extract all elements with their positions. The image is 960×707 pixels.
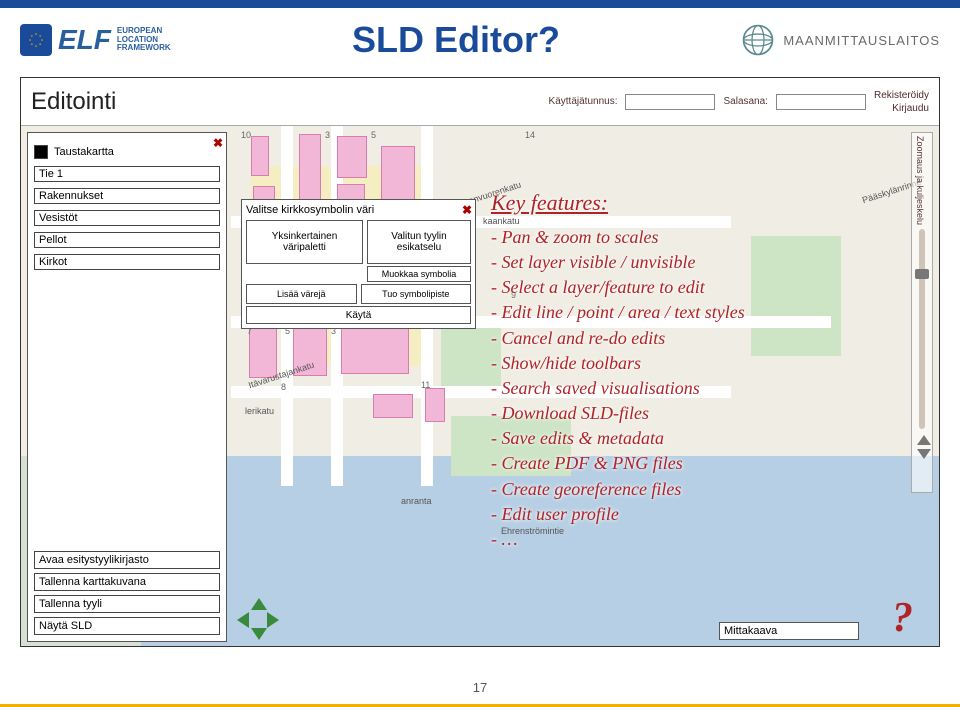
elf-fullname: EUROPEAN LOCATION FRAMEWORK <box>117 27 171 53</box>
login-link[interactable]: Kirjaudu <box>874 103 929 114</box>
username-input[interactable] <box>625 94 715 110</box>
slide-header: ELF EUROPEAN LOCATION FRAMEWORK SLD Edit… <box>0 12 960 68</box>
zoom-panel: Zoomaus ja kuljeskelu <box>911 132 933 493</box>
layer-swatch <box>34 145 48 159</box>
layer-panel: ✖ Taustakartta Tie 1 Rakennukset Vesistö… <box>27 132 227 642</box>
layer-row-rakennukset[interactable]: Rakennukset <box>34 187 220 205</box>
add-colors-button[interactable]: Lisää värejä <box>246 284 357 304</box>
layer-row-taustakartta[interactable]: Taustakartta <box>34 143 220 161</box>
pan-up-icon[interactable] <box>917 435 931 445</box>
layer-row-kirkot[interactable]: Kirkot <box>34 253 220 271</box>
elf-star-icon <box>20 24 52 56</box>
pan-down-icon[interactable] <box>917 449 931 459</box>
feature-item: - Set layer visible / unvisible <box>491 250 871 275</box>
apply-button[interactable]: Käytä <box>246 306 471 324</box>
question-mark: ? <box>892 594 913 642</box>
feature-item: - Save edits & metadata <box>491 426 871 451</box>
feature-item: - Edit line / point / area / text styles <box>491 300 871 325</box>
pan-widget <box>237 598 279 640</box>
login-area: Käyttäjätunnus: Salasana: Rekisteröidy K… <box>549 90 929 114</box>
page-number: 17 <box>473 680 487 695</box>
feature-item: - Search saved visualisations <box>491 376 871 401</box>
feature-item: - Create PDF & PNG files <box>491 451 871 476</box>
mml-name: MAANMITTAUSLAITOS <box>783 33 940 48</box>
pan-right-icon[interactable] <box>267 612 279 628</box>
simple-palette-button[interactable]: Yksinkertainen väripaletti <box>246 220 363 264</box>
zoom-label: Zoomaus ja kuljeskelu <box>915 136 925 225</box>
zoom-slider[interactable] <box>919 229 925 429</box>
app-screenshot: Editointi Käyttäjätunnus: Salasana: Reki… <box>20 77 940 647</box>
feature-item: - Download SLD-files <box>491 401 871 426</box>
globe-icon <box>741 23 775 57</box>
close-icon[interactable]: ✖ <box>462 203 472 217</box>
layer-row-pellot[interactable]: Pellot <box>34 231 220 249</box>
import-symbol-button[interactable]: Tuo symbolipiste <box>361 284 472 304</box>
feature-item: - … <box>491 527 871 552</box>
edit-symbol-button[interactable]: Muokkaa symbolia <box>367 266 471 282</box>
style-preview-button[interactable]: Valitun tyylin esikatselu <box>367 220 471 264</box>
map-viewport[interactable]: Vilhonvuorenkatu Itävarustajankatu Ehren… <box>21 126 939 646</box>
elf-abbrev: ELF <box>58 24 111 56</box>
pan-left-icon[interactable] <box>237 612 249 628</box>
features-heading: Key features: <box>491 188 871 219</box>
feature-item: - Edit user profile <box>491 502 871 527</box>
elf-logo: ELF EUROPEAN LOCATION FRAMEWORK <box>20 24 171 56</box>
slide-title: SLD Editor? <box>352 19 560 61</box>
pan-down-icon[interactable] <box>251 628 267 640</box>
show-sld-button[interactable]: Näytä SLD <box>34 617 220 635</box>
layer-row-vesistot[interactable]: Vesistöt <box>34 209 220 227</box>
save-mapimage-button[interactable]: Tallenna karttakuvana <box>34 573 220 591</box>
app-header: Editointi Käyttäjätunnus: Salasana: Reki… <box>21 78 939 126</box>
color-panel: ✖ Valitse kirkkosymbolin väri Yksinkerta… <box>241 199 476 329</box>
save-style-button[interactable]: Tallenna tyyli <box>34 595 220 613</box>
app-title: Editointi <box>31 88 116 116</box>
scale-box[interactable]: Mittakaava <box>719 622 859 640</box>
color-panel-title: Valitse kirkkosymbolin väri <box>246 204 471 216</box>
open-stylelib-button[interactable]: Avaa esitystyylikirjasto <box>34 551 220 569</box>
close-icon[interactable]: ✖ <box>213 136 223 150</box>
feature-item: - Create georeference files <box>491 477 871 502</box>
register-link[interactable]: Rekisteröidy <box>874 90 929 101</box>
pan-up-icon[interactable] <box>251 598 267 610</box>
key-features-box: Key features: - Pan & zoom to scales - S… <box>491 188 871 552</box>
zoom-handle[interactable] <box>915 269 929 279</box>
street-label: lerikatu <box>245 406 274 416</box>
top-accent-bar <box>0 0 960 8</box>
layer-row-tie1[interactable]: Tie 1 <box>34 165 220 183</box>
feature-item: - Show/hide toolbars <box>491 351 871 376</box>
feature-item: - Pan & zoom to scales <box>491 225 871 250</box>
feature-item: - Cancel and re-do edits <box>491 326 871 351</box>
password-label: Salasana: <box>723 96 767 107</box>
street-label: anranta <box>401 496 432 506</box>
password-input[interactable] <box>776 94 866 110</box>
feature-item: - Select a layer/feature to edit <box>491 275 871 300</box>
mml-logo: MAANMITTAUSLAITOS <box>741 23 940 57</box>
username-label: Käyttäjätunnus: <box>549 96 618 107</box>
